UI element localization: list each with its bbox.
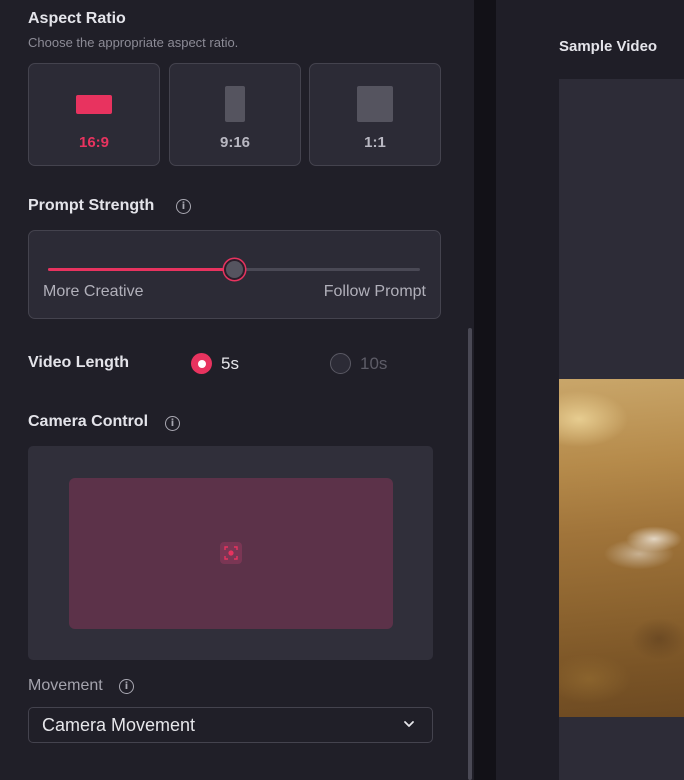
- scrollbar-thumb[interactable]: [468, 328, 472, 780]
- aspect-ratio-subtitle: Choose the appropriate aspect ratio.: [28, 35, 239, 50]
- slider-max-label: Follow Prompt: [323, 283, 426, 300]
- video-length-title: Video Length: [28, 354, 130, 371]
- info-icon[interactable]: i: [119, 679, 134, 694]
- settings-panel: Aspect Ratio Choose the appropriate aspe…: [0, 0, 474, 780]
- aspect-ratio-16-9-option[interactable]: 16:9: [28, 63, 160, 166]
- video-thumbnail: [559, 379, 684, 717]
- square-shape-icon: [357, 86, 393, 122]
- slider-min-label: More Creative: [43, 283, 144, 300]
- slider-thumb[interactable]: [224, 259, 245, 280]
- preview-panel: Sample Video: [496, 0, 684, 780]
- video-player[interactable]: [559, 79, 684, 780]
- landscape-shape-icon: [76, 95, 112, 114]
- info-icon[interactable]: i: [165, 416, 180, 431]
- focus-target-icon[interactable]: [220, 542, 242, 564]
- camera-control-box: [28, 446, 433, 660]
- aspect-ratio-1-1-option[interactable]: 1:1: [309, 63, 441, 166]
- preview-title: Sample Video: [559, 38, 658, 55]
- camera-control-title: Camera Control: [28, 413, 149, 430]
- chevron-down-icon: [404, 721, 414, 727]
- prompt-strength-title: Prompt Strength: [28, 197, 155, 214]
- video-length-10s-radio[interactable]: [330, 353, 351, 374]
- aspect-ratio-label: 9:16: [219, 134, 251, 151]
- camera-control-pad[interactable]: [69, 478, 393, 629]
- video-length-5s-label[interactable]: 5s: [221, 354, 239, 374]
- aspect-ratio-9-16-option[interactable]: 9:16: [169, 63, 301, 166]
- info-icon[interactable]: i: [176, 199, 191, 214]
- prompt-strength-slider-box: More Creative Follow Prompt: [28, 230, 441, 319]
- camera-movement-select[interactable]: Camera Movement: [28, 707, 433, 743]
- movement-label: Movement: [28, 677, 103, 694]
- aspect-ratio-label: 16:9: [78, 134, 110, 151]
- prompt-strength-slider[interactable]: [48, 259, 420, 280]
- video-length-5s-radio[interactable]: [191, 353, 212, 374]
- aspect-ratio-title: Aspect Ratio: [28, 10, 126, 27]
- panel-divider: [474, 0, 496, 780]
- portrait-shape-icon: [225, 86, 245, 122]
- camera-movement-value: Camera Movement: [42, 715, 196, 735]
- video-length-10s-label[interactable]: 10s: [360, 354, 387, 374]
- slider-fill: [48, 268, 234, 271]
- aspect-ratio-label: 1:1: [364, 134, 386, 151]
